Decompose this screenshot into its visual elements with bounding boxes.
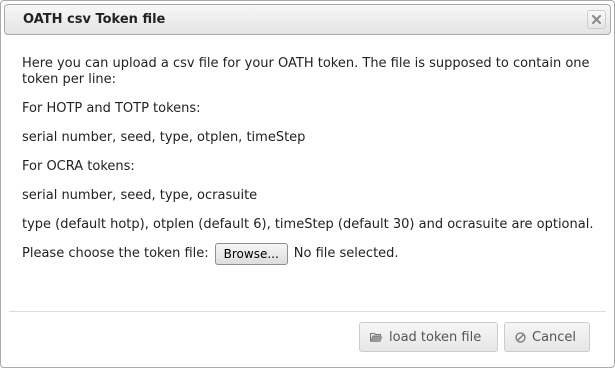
file-status-text: No file selected. <box>293 246 399 261</box>
file-prompt-label: Please choose the token file: <box>22 246 209 261</box>
folder-open-icon <box>370 332 383 343</box>
footer-divider <box>9 311 606 312</box>
optional-note: type (default hotp), otplen (default 6),… <box>22 217 594 232</box>
cancel-button-label: Cancel <box>532 329 577 345</box>
oath-csv-dialog: OATH csv Token file Here you can upload … <box>0 0 615 368</box>
close-icon <box>592 15 601 24</box>
load-button-label: load token file <box>389 329 482 345</box>
hotp-heading: For HOTP and TOTP tokens: <box>22 101 201 116</box>
close-button[interactable] <box>587 10 606 29</box>
browse-button[interactable]: Browse... <box>214 243 288 265</box>
file-input-row: Please choose the token file: Browse... … <box>22 243 596 265</box>
cancel-button[interactable]: Cancel <box>504 322 590 352</box>
dialog-title: OATH csv Token file <box>23 12 166 27</box>
hotp-format: serial number, seed, type, otplen, timeS… <box>22 130 306 145</box>
ocra-format: serial number, seed, type, ocrasuite <box>22 188 258 203</box>
dialog-titlebar[interactable]: OATH csv Token file <box>4 4 611 35</box>
cancel-circle-icon <box>515 331 526 343</box>
load-token-file-button[interactable]: load token file <box>359 322 498 352</box>
dialog-content: Here you can upload a csv file for your … <box>22 56 596 265</box>
intro-text: Here you can upload a csv file for your … <box>22 56 590 87</box>
ocra-heading: For OCRA tokens: <box>22 159 135 174</box>
